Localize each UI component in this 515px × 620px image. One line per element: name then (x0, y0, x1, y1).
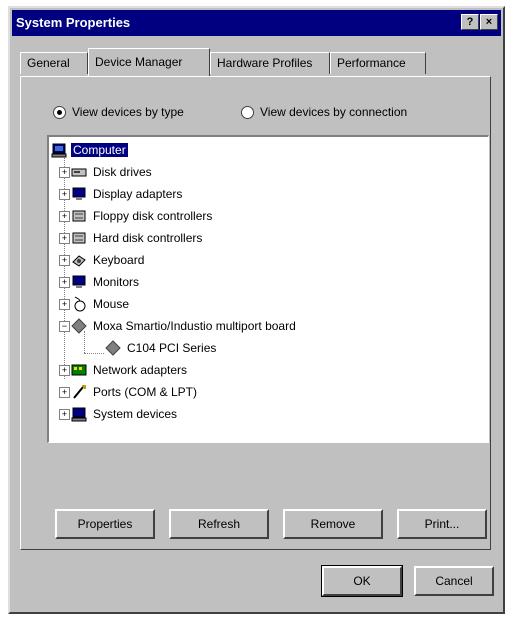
title-bar[interactable]: System Properties ? × (12, 10, 501, 36)
tree-label: Floppy disk controllers (93, 209, 213, 223)
tree-label: Keyboard (93, 253, 145, 267)
view-by-type-option[interactable]: View devices by type (53, 105, 184, 119)
tree-node-hard-disk-controllers[interactable]: + Hard disk controllers (59, 227, 204, 249)
expand-toggle[interactable]: + (59, 211, 70, 222)
tree-node-system-devices[interactable]: + System devices (59, 403, 179, 425)
multiport-board-icon (71, 318, 87, 334)
hard-disk-controller-icon (71, 230, 87, 246)
tree-label: Disk drives (93, 165, 152, 179)
cancel-button[interactable]: Cancel (414, 566, 494, 596)
properties-button[interactable]: Properties (55, 509, 155, 539)
tree-label: Network adapters (93, 363, 188, 377)
expand-toggle[interactable]: + (59, 255, 70, 266)
device-manager-panel: View devices by type View devices by con… (20, 76, 491, 550)
expand-toggle[interactable]: + (59, 365, 70, 376)
tree-node-floppy-controllers[interactable]: + Floppy disk controllers (59, 205, 214, 227)
tree-node-computer[interactable]: Computer (51, 139, 128, 161)
multiport-board-icon (105, 340, 121, 356)
tree-label: Mouse (93, 297, 130, 311)
network-adapter-icon (71, 362, 87, 378)
disk-drive-icon (71, 164, 87, 180)
refresh-button[interactable]: Refresh (169, 509, 269, 539)
expand-toggle[interactable]: + (59, 233, 70, 244)
help-button[interactable]: ? (461, 14, 479, 30)
computer-icon (51, 142, 67, 158)
view-by-connection-label: View devices by connection (260, 105, 408, 119)
tree-node-mouse[interactable]: + Mouse (59, 293, 131, 315)
tree-label: Display adapters (93, 187, 183, 201)
tree-label: Hard disk controllers (93, 231, 203, 245)
keyboard-icon (71, 252, 87, 268)
expand-toggle[interactable]: + (59, 409, 70, 420)
remove-button[interactable]: Remove (283, 509, 383, 539)
system-device-icon (71, 406, 87, 422)
expand-toggle[interactable]: + (59, 167, 70, 178)
tree-label: Monitors (93, 275, 140, 289)
expand-toggle[interactable]: + (59, 299, 70, 310)
expand-toggle[interactable]: + (59, 189, 70, 200)
print-button[interactable]: Print... (397, 509, 487, 539)
tree-label: Ports (COM & LPT) (93, 385, 198, 399)
tree-node-monitors[interactable]: + Monitors (59, 271, 141, 293)
tree-node-network-adapters[interactable]: + Network adapters (59, 359, 189, 381)
tab-general[interactable]: General (20, 52, 88, 74)
tree-node-c104-pci-series[interactable]: C104 PCI Series (105, 337, 218, 359)
view-by-type-label: View devices by type (72, 105, 184, 119)
tree-node-ports[interactable]: + Ports (COM & LPT) (59, 381, 199, 403)
view-by-connection-radio[interactable] (241, 105, 254, 119)
tree-node-keyboard[interactable]: + Keyboard (59, 249, 146, 271)
tree-label: C104 PCI Series (127, 341, 217, 355)
collapse-toggle[interactable]: − (59, 321, 70, 332)
port-icon (71, 384, 87, 400)
window-title: System Properties (16, 15, 131, 30)
tree-node-display-adapters[interactable]: + Display adapters (59, 183, 184, 205)
tree-node-multiport-board[interactable]: − Moxa Smartio/Industio multiport board (59, 315, 298, 337)
tree-label-computer: Computer (71, 143, 128, 157)
expand-toggle[interactable]: + (59, 277, 70, 288)
view-by-connection-option[interactable]: View devices by connection (241, 105, 407, 119)
device-tree[interactable]: Computer + Disk drives + Display adapter… (47, 135, 489, 443)
monitor-icon (71, 274, 87, 290)
display-adapter-icon (71, 186, 87, 202)
tab-performance[interactable]: Performance (330, 52, 426, 74)
mouse-icon (71, 296, 87, 312)
ok-button[interactable]: OK (321, 565, 403, 597)
tab-device-manager[interactable]: Device Manager (88, 48, 210, 76)
tree-label: System devices (93, 407, 178, 421)
expand-toggle[interactable]: + (59, 387, 70, 398)
tree-node-disk-drives[interactable]: + Disk drives (59, 161, 154, 183)
view-by-type-radio[interactable] (53, 105, 66, 119)
system-properties-window: System Properties ? × General Device Man… (8, 6, 505, 614)
floppy-controller-icon (71, 208, 87, 224)
close-button[interactable]: × (480, 14, 498, 30)
tab-hardware-profiles[interactable]: Hardware Profiles (210, 52, 330, 74)
tree-label: Moxa Smartio/Industio multiport board (93, 319, 296, 333)
